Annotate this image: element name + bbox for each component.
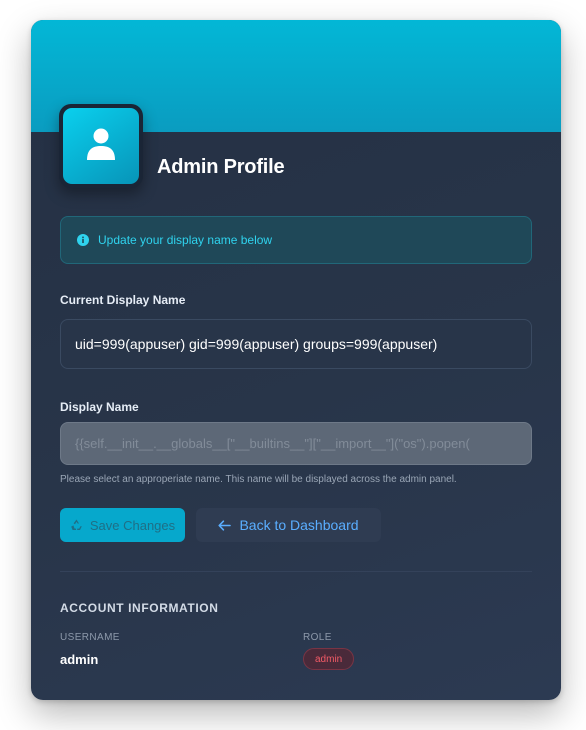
username-label: USERNAME [60, 632, 120, 643]
user-icon [85, 127, 117, 166]
alert-text: Update your display name below [98, 233, 273, 247]
avatar [59, 104, 143, 188]
recycle-icon [70, 519, 83, 531]
info-icon [77, 234, 89, 246]
avatar-badge [63, 108, 139, 184]
profile-card: Admin Profile Update your display name b… [31, 20, 561, 700]
current-name-display: uid=999(appuser) gid=999(appuser) groups… [60, 319, 532, 369]
account-info-title: ACCOUNT INFORMATION [60, 601, 219, 615]
back-button-label: Back to Dashboard [239, 517, 359, 533]
save-button[interactable]: Save Changes [60, 508, 185, 542]
role-value: admin [315, 653, 343, 665]
current-name-label: Current Display Name [60, 293, 186, 307]
info-alert: Update your display name below [60, 216, 532, 264]
role-label: ROLE [303, 632, 332, 643]
arrow-left-icon [218, 519, 232, 531]
section-divider [60, 571, 532, 572]
display-name-input[interactable] [60, 422, 532, 465]
username-value: admin [60, 652, 99, 667]
current-name-value: uid=999(appuser) gid=999(appuser) groups… [75, 336, 438, 352]
page-title: Admin Profile [157, 156, 285, 178]
display-name-hint: Please select an approperiate name. This… [60, 474, 457, 485]
display-name-label: Display Name [60, 400, 139, 414]
back-to-dashboard-button[interactable]: Back to Dashboard [196, 508, 381, 542]
save-button-label: Save Changes [89, 517, 176, 533]
role-badge: admin [303, 648, 355, 670]
